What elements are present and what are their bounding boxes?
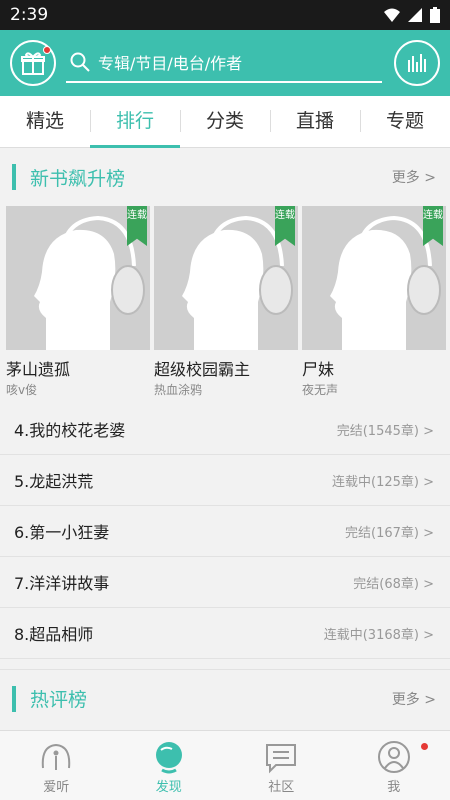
notification-dot: [43, 46, 51, 54]
top-header: 专辑/节目/电台/作者: [0, 30, 450, 96]
item-status: 完结(1545章) >: [336, 423, 434, 439]
status-bar: 2:39: [0, 0, 450, 30]
search-placeholder: 专辑/节目/电台/作者: [98, 54, 243, 73]
tab-topics[interactable]: 专题: [360, 96, 450, 147]
headphones-icon: [42, 743, 71, 770]
book-cover: 连载: [302, 206, 446, 350]
book-covers: 连载 茅山遗孤 咳v俊 连载 超级校园霸主 热血涂鸦 连载 尸妹 夜无声: [0, 206, 450, 398]
equalizer-icon: [408, 54, 426, 72]
list-item[interactable]: 8.超品相师 连载中(3168章) >: [0, 608, 450, 659]
tab-featured[interactable]: 精选: [0, 96, 90, 147]
item-name: 6.第一小狂妻: [14, 523, 110, 542]
search-input[interactable]: 专辑/节目/电台/作者: [66, 43, 382, 83]
section-title: 热评榜: [30, 689, 88, 711]
book-author: 热血涂鸦: [154, 383, 203, 397]
item-name: 8.超品相师: [14, 625, 94, 644]
book-title: 尸妹: [302, 360, 335, 379]
wifi-icon: [384, 8, 400, 22]
book-card[interactable]: 连载 茅山遗孤 咳v俊: [6, 206, 150, 398]
section-accent-bar: [12, 685, 16, 712]
book-author: 夜无声: [302, 383, 339, 397]
nav-label: 社区: [268, 780, 295, 795]
tab-ranking[interactable]: 排行: [90, 96, 180, 148]
gift-icon: [21, 52, 45, 75]
nav-label: 我: [387, 780, 401, 795]
item-name: 4.我的校花老婆: [14, 421, 126, 440]
nav-listen[interactable]: 爱听: [0, 731, 113, 800]
book-cover: 连载: [6, 206, 150, 350]
nav-label: 发现: [155, 780, 182, 795]
nav-discover[interactable]: 发现: [113, 731, 226, 800]
section-accent-bar: [12, 164, 16, 190]
list-item[interactable]: 5.龙起洪荒 连载中(125章) >: [0, 455, 450, 506]
book-title: 茅山遗孤: [6, 360, 71, 379]
profile-icon: [377, 741, 410, 773]
battery-icon: [430, 7, 440, 23]
book-author: 咳v俊: [6, 383, 38, 397]
nav-label: 爱听: [43, 780, 70, 795]
list-item[interactable]: 4.我的校花老婆 完结(1545章) >: [0, 404, 450, 455]
status-time: 2:39: [10, 5, 49, 25]
section-header-hot-reviews: 热评榜 更多 >: [0, 669, 450, 727]
tab-live[interactable]: 直播: [270, 96, 360, 147]
nav-community[interactable]: 社区: [225, 731, 338, 800]
list-item[interactable]: 7.洋洋讲故事 完结(68章) >: [0, 557, 450, 608]
section-header-new-books: 新书飙升榜 更多 >: [0, 148, 450, 206]
nav-me[interactable]: 我: [338, 731, 450, 800]
book-card[interactable]: 连载 超级校园霸主 热血涂鸦: [154, 206, 298, 398]
bottom-nav: 爱听 发现 社区 我: [0, 730, 450, 800]
tab-bar: 精选 排行 分类 直播 专题: [0, 96, 450, 148]
list-item[interactable]: 6.第一小狂妻 完结(167章) >: [0, 506, 450, 557]
more-link[interactable]: 更多 >: [392, 167, 436, 187]
signal-icon: [408, 8, 422, 22]
globe-icon: [155, 742, 182, 774]
notification-dot: [421, 743, 428, 750]
book-cover: 连载: [154, 206, 298, 350]
book-card[interactable]: 连载 尸妹 夜无声: [302, 206, 446, 398]
item-status: 连载中(125章) >: [332, 474, 434, 490]
gift-button[interactable]: [10, 40, 56, 86]
chat-icon: [266, 744, 297, 774]
item-status: 完结(167章) >: [345, 525, 434, 541]
item-status: 连载中(3168章) >: [323, 627, 434, 643]
book-title: 超级校园霸主: [154, 360, 251, 379]
search-icon: [70, 52, 90, 72]
ranking-list: 4.我的校花老婆 完结(1545章) > 5.龙起洪荒 连载中(125章) > …: [0, 404, 450, 659]
section-title: 新书飙升榜: [30, 167, 126, 190]
tab-category[interactable]: 分类: [180, 96, 270, 147]
player-button[interactable]: [394, 40, 440, 86]
item-name: 5.龙起洪荒: [14, 472, 94, 491]
more-link[interactable]: 更多 >: [392, 689, 436, 709]
item-status: 完结(68章) >: [353, 576, 434, 592]
item-name: 7.洋洋讲故事: [14, 574, 110, 593]
